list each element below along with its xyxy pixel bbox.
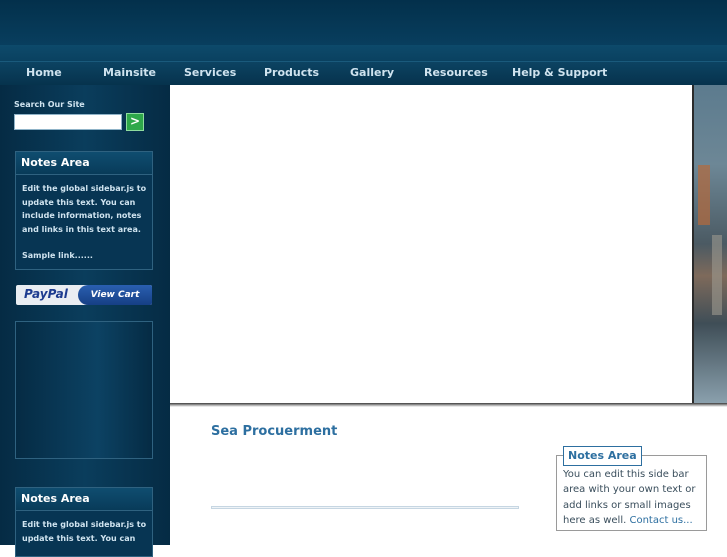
view-cart-button[interactable]: View Cart [78, 285, 152, 305]
nav-item-mainsite[interactable]: Mainsite [103, 66, 156, 79]
sidebar-ad-box [15, 321, 153, 459]
sidebar-notes-title-2: Notes Area [16, 488, 152, 511]
nav-item-services[interactable]: Services [184, 66, 236, 79]
sidebar-notes-body-2: Edit the global sidebar.js to update thi… [16, 511, 152, 549]
banner-shadow [170, 403, 727, 407]
sidebar-notes-body: Edit the global sidebar.js to update thi… [16, 175, 152, 267]
paypal-logo: PayPal [24, 287, 68, 301]
nav-item-home[interactable]: Home [26, 66, 62, 79]
nav-item-help-support[interactable]: Help & Support [512, 66, 607, 79]
search-label: Search Our Site [14, 100, 85, 109]
paypal-view-cart[interactable]: PayPal View Cart [16, 285, 152, 305]
photo-detail [698, 165, 710, 225]
sidebar-notes-title: Notes Area [16, 152, 152, 175]
main-nav: Home Mainsite Services Products Gallery … [0, 61, 727, 86]
page-title: Sea Procuerment [211, 424, 338, 439]
content-divider [211, 506, 519, 509]
sidebar-notes-text: Edit the global sidebar.js to update thi… [22, 184, 147, 234]
sidebar-notes-box-2: Notes Area Edit the global sidebar.js to… [15, 487, 153, 557]
search-input[interactable] [14, 114, 122, 130]
banner-area [170, 85, 692, 403]
nav-item-gallery[interactable]: Gallery [350, 66, 394, 79]
right-notes-title: Notes Area [563, 446, 642, 466]
sidebar-notes-sample-link[interactable]: Sample link...... [22, 249, 147, 263]
photo-detail [712, 235, 722, 315]
nav-item-products[interactable]: Products [264, 66, 319, 79]
header-band [0, 0, 727, 45]
contact-us-link[interactable]: Contact us... [629, 515, 692, 526]
nav-item-resources[interactable]: Resources [424, 66, 488, 79]
banner-photo [692, 85, 727, 403]
sidebar-notes-box: Notes Area Edit the global sidebar.js to… [15, 151, 153, 270]
sidebar: Search Our Site > Notes Area Edit the gl… [0, 85, 170, 557]
header-stripe [0, 45, 727, 61]
search-go-button[interactable]: > [126, 113, 144, 131]
sidebar-notes-text-2: Edit the global sidebar.js to update thi… [22, 520, 147, 543]
right-notes-body: You can edit this side bar area with you… [563, 467, 705, 528]
